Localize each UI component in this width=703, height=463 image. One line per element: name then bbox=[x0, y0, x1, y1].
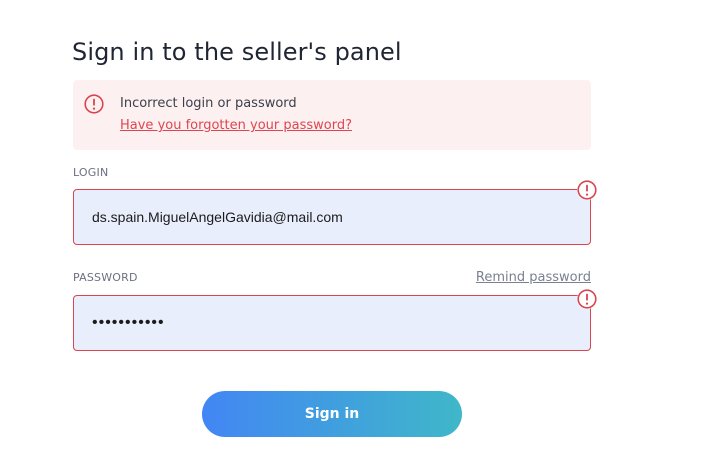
alert-message: Incorrect login or password bbox=[120, 96, 297, 111]
page-title: Sign in to the seller's panel bbox=[72, 38, 402, 66]
login-error-icon bbox=[577, 180, 597, 200]
remind-password-link[interactable]: Remind password bbox=[476, 270, 591, 285]
login-label: LOGIN bbox=[73, 166, 109, 179]
login-input[interactable] bbox=[73, 189, 591, 245]
forgot-password-link[interactable]: Have you forgotten your password? bbox=[120, 118, 352, 133]
password-label: PASSWORD bbox=[73, 271, 138, 284]
signin-page: Sign in to the seller's panel Incorrect … bbox=[0, 0, 703, 463]
exclamation-circle-icon bbox=[84, 94, 104, 114]
error-alert: Incorrect login or password Have you for… bbox=[73, 80, 591, 150]
signin-button[interactable]: Sign in bbox=[202, 391, 462, 437]
password-input[interactable] bbox=[73, 295, 591, 351]
password-error-icon bbox=[577, 289, 597, 309]
